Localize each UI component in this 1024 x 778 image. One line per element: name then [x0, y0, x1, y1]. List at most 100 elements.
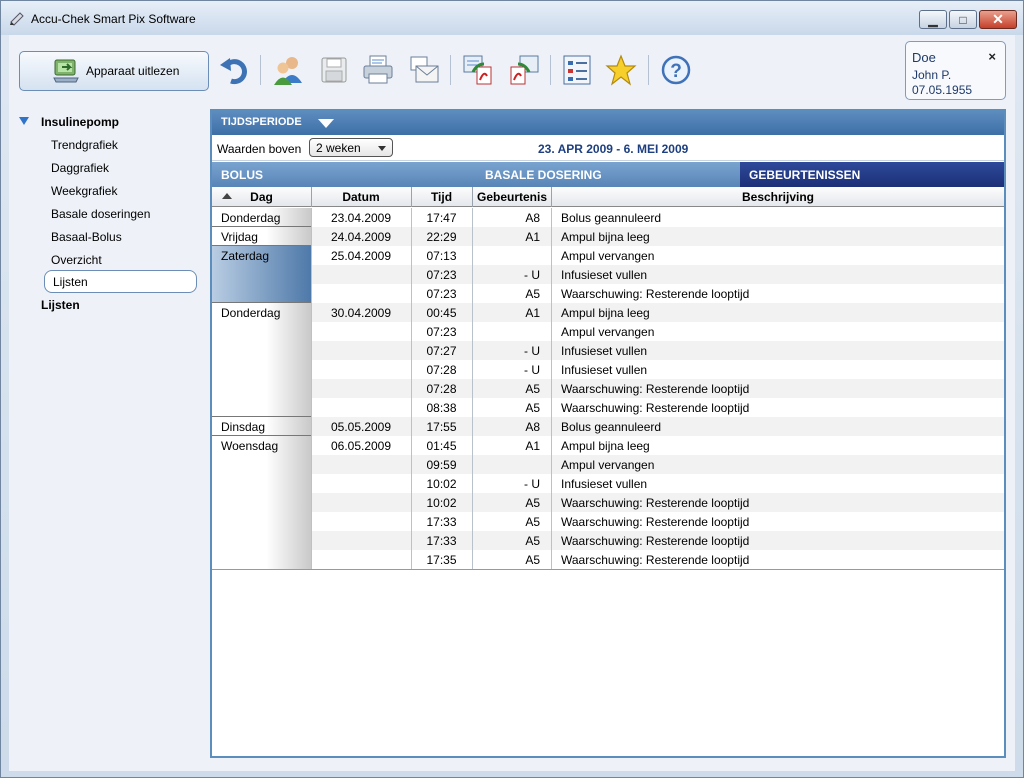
cell-datum: 25.04.2009: [330, 249, 392, 263]
table-row[interactable]: Vrijdag 24.04.2009 22:29 A1 Ampul bijna leeg: [212, 227, 1004, 246]
cell-tijd: 17:55: [426, 420, 457, 434]
table-row[interactable]: 08:38 A5 Waarschuwing: Resterende looptijd: [212, 398, 1004, 417]
cell-gebeurtenis: - U: [524, 363, 540, 377]
nav-item-basale-doseringen[interactable]: Basale doseringen: [51, 207, 150, 221]
cell-gebeurtenis: A5: [525, 401, 540, 415]
tab-basale-dosering[interactable]: BASALE DOSERING: [477, 162, 742, 187]
print-icon[interactable]: [361, 53, 395, 87]
cell-tijd: 09:59: [426, 458, 457, 472]
cell-tijd: 07:28: [426, 382, 457, 396]
cell-beschrijving: Bolus geannuleerd: [561, 420, 662, 434]
table-row[interactable]: 07:28 - U Infusieset vullen: [212, 360, 1004, 379]
cell-dag: Vrijdag: [221, 230, 258, 244]
table-row[interactable]: 17:35 A5 Waarschuwing: Resterende looptijd: [212, 550, 1004, 569]
table-row[interactable]: Zaterdag 25.04.2009 07:13 Ampul vervangen: [212, 246, 1004, 265]
client-area: Apparaat uitlezen ? Doe × John P. 07.05.…: [9, 35, 1015, 771]
table-row[interactable]: Donderdag 23.04.2009 17:47 A8 Bolus geannule…: [212, 208, 1004, 227]
export-pdf-icon[interactable]: [461, 53, 495, 87]
export-pdf2-icon[interactable]: [507, 53, 541, 87]
tab-gebeurtenissen[interactable]: GEBEURTENISSEN: [740, 162, 1004, 187]
cell-tijd: 08:38: [426, 401, 457, 415]
email-icon[interactable]: [407, 53, 441, 87]
nav-item-lijsten-selected[interactable]: Lijsten: [44, 270, 197, 293]
maximize-button[interactable]: □: [949, 10, 977, 29]
cell-gebeurtenis: A1: [525, 439, 540, 453]
column-divider: [472, 208, 473, 569]
cell-beschrijving: Waarschuwing: Resterende looptijd: [561, 401, 750, 415]
table-row[interactable]: 17:33 A5 Waarschuwing: Resterende looptijd: [212, 531, 1004, 550]
cell-dag: Donderdag: [221, 306, 281, 320]
read-device-button[interactable]: Apparaat uitlezen: [19, 51, 209, 91]
cell-gebeurtenis: A5: [525, 382, 540, 396]
table-row[interactable]: 07:23 - U Infusieset vullen: [212, 265, 1004, 284]
table-row[interactable]: 07:28 A5 Waarschuwing: Resterende looptijd: [212, 379, 1004, 398]
column-divider: [311, 208, 312, 569]
cell-beschrijving: Ampul bijna leeg: [561, 306, 650, 320]
nav-group-insulinepomp[interactable]: Insulinepomp: [41, 115, 119, 129]
table-bottom-border: [212, 569, 1004, 570]
col-header-dag[interactable]: Dag: [212, 190, 311, 204]
patient-name: Doe: [912, 50, 936, 65]
checklist-icon[interactable]: [560, 53, 594, 87]
close-window-button[interactable]: ✕: [979, 10, 1017, 29]
table-row[interactable]: Woensdag 06.05.2009 01:45 A1 Ampul bijna lee…: [212, 436, 1004, 455]
table-row[interactable]: 17:33 A5 Waarschuwing: Resterende looptijd: [212, 512, 1004, 531]
cell-gebeurtenis: A8: [525, 420, 540, 434]
cell-beschrijving: Ampul vervangen: [561, 249, 655, 263]
cell-tijd: 22:29: [426, 230, 457, 244]
nav-item-trendgrafiek[interactable]: Trendgrafiek: [51, 138, 118, 152]
cell-tijd: 01:45: [426, 439, 457, 453]
col-header-tijd[interactable]: Tijd: [411, 190, 472, 204]
cell-tijd: 17:33: [426, 534, 457, 548]
table-row[interactable]: 07:23 Ampul vervangen: [212, 322, 1004, 341]
cell-beschrijving: Waarschuwing: Resterende looptijd: [561, 382, 750, 396]
cell-gebeurtenis: - U: [524, 344, 540, 358]
patient-icon[interactable]: [271, 53, 305, 87]
cell-tijd: 07:28: [426, 363, 457, 377]
table-row[interactable]: 07:27 - U Infusieset vullen: [212, 341, 1004, 360]
nav-item-overzicht[interactable]: Overzicht: [51, 253, 102, 267]
cell-tijd: 10:02: [426, 496, 457, 510]
table-row[interactable]: 09:59 Ampul vervangen: [212, 455, 1004, 474]
cell-tijd: 07:23: [426, 268, 457, 282]
tab-basale-dosering-label: BASALE DOSERING: [485, 168, 602, 182]
period-select[interactable]: 2 weken: [309, 138, 393, 157]
nav-item-daggrafiek[interactable]: Daggrafiek: [51, 161, 109, 175]
table-row[interactable]: Donderdag 30.04.2009 00:45 A1 Ampul bijna le…: [212, 303, 1004, 322]
cell-beschrijving: Waarschuwing: Resterende looptijd: [561, 534, 750, 548]
cell-gebeurtenis: A1: [525, 306, 540, 320]
table-row[interactable]: Dinsdag 05.05.2009 17:55 A8 Bolus geannuleer…: [212, 417, 1004, 436]
undo-icon[interactable]: [217, 53, 251, 87]
table-row[interactable]: 10:02 A5 Waarschuwing: Resterende looptijd: [212, 493, 1004, 512]
nav-group-lijsten[interactable]: Lijsten: [41, 298, 80, 312]
cell-datum: 30.04.2009: [330, 306, 392, 320]
toolbar-separator: [550, 55, 551, 85]
minimize-button[interactable]: ▁: [919, 10, 947, 29]
cell-beschrijving: Waarschuwing: Resterende looptijd: [561, 515, 750, 529]
nav-item-weekgrafiek[interactable]: Weekgrafiek: [51, 184, 117, 198]
favorite-icon[interactable]: [604, 53, 638, 87]
patient-card: Doe × John P. 07.05.1955: [905, 41, 1006, 100]
nav-item-basaal-bolus[interactable]: Basaal-Bolus: [51, 230, 122, 244]
table-row[interactable]: 07:23 A5 Waarschuwing: Resterende looptijd: [212, 284, 1004, 303]
period-dropdown-icon[interactable]: [318, 119, 334, 128]
tab-bolus-label: BOLUS: [221, 168, 263, 182]
close-patient-button[interactable]: ×: [988, 49, 996, 64]
patient-dob: 07.05.1955: [912, 83, 973, 97]
save-icon[interactable]: [317, 53, 351, 87]
app-window: Accu-Chek Smart Pix Software ▁ □ ✕ Appar…: [0, 0, 1024, 778]
cell-gebeurtenis: - U: [524, 477, 540, 491]
tab-strip: BOLUS BASALE DOSERING GEBEURTENISSEN: [212, 162, 1004, 187]
col-header-gebeurtenis[interactable]: Gebeurtenis: [472, 190, 552, 204]
table-row[interactable]: 10:02 - U Infusieset vullen: [212, 474, 1004, 493]
tab-bolus[interactable]: BOLUS: [212, 162, 477, 187]
expand-icon[interactable]: [19, 117, 29, 126]
col-header-datum[interactable]: Datum: [311, 190, 411, 204]
col-header-beschrijving[interactable]: Beschrijving: [552, 190, 1004, 204]
close-icon: ✕: [992, 11, 1004, 27]
cell-datum: 24.04.2009: [330, 230, 392, 244]
cell-beschrijving: Infusieset vullen: [561, 363, 648, 377]
cell-beschrijving: Waarschuwing: Resterende looptijd: [561, 287, 750, 301]
period-bar[interactable]: TIJDSPERIODE: [212, 111, 1004, 135]
help-icon[interactable]: ?: [659, 53, 693, 87]
